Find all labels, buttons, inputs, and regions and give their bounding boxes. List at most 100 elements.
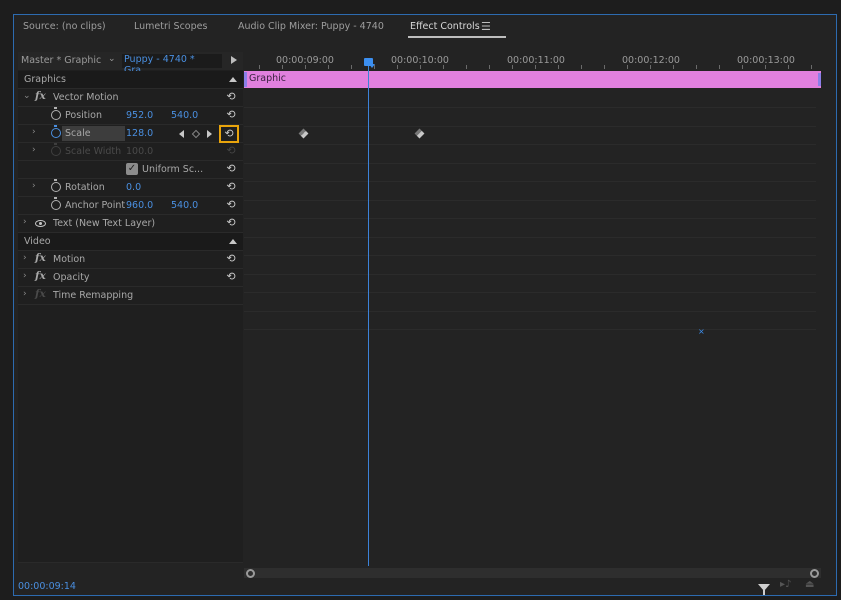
stopwatch-icon[interactable]: [51, 179, 61, 192]
scale-value[interactable]: 128.0: [126, 128, 153, 139]
vector-motion-label: Vector Motion: [53, 92, 119, 103]
show-timeline-toggle-icon[interactable]: [231, 56, 237, 64]
position-y-value[interactable]: 540.0: [171, 110, 198, 121]
reset-icon[interactable]: ⟲: [223, 198, 239, 213]
reset-icon[interactable]: ⟲: [223, 216, 239, 231]
expand-twisty-icon[interactable]: ›: [32, 127, 36, 137]
rotation-value[interactable]: 0.0: [126, 182, 141, 193]
reset-icon[interactable]: ⟲: [223, 162, 239, 177]
fx-icon[interactable]: fx: [35, 252, 46, 264]
collapse-caret-icon[interactable]: [229, 77, 237, 82]
timeline-row-divider: [244, 107, 816, 108]
time-remapping-label: Time Remapping: [53, 290, 134, 301]
scroll-left-handle[interactable]: [246, 569, 255, 578]
clip-out-handle[interactable]: [818, 73, 821, 86]
expand-twisty-icon[interactable]: ›: [23, 253, 27, 263]
anchor-point-y-value[interactable]: 540.0: [171, 200, 198, 211]
effect-timeline[interactable]: 00:00:09:00 00:00:10:00 00:00:11:00 00:0…: [244, 52, 822, 578]
section-graphics[interactable]: Graphics: [18, 71, 243, 89]
section-graphics-label: Graphics: [24, 74, 66, 85]
reset-icon[interactable]: ⟲: [223, 180, 239, 195]
timeline-row-divider: [244, 144, 816, 145]
effect-text-layer[interactable]: › Text (New Text Layer) ⟲: [18, 215, 243, 233]
ruler-tick: [328, 65, 329, 69]
collapse-twisty-icon[interactable]: ⌄: [23, 91, 31, 101]
expand-twisty-icon[interactable]: ›: [32, 181, 36, 191]
reset-icon[interactable]: ⟲: [223, 252, 239, 267]
timeline-row-divider: [244, 162, 816, 164]
fx-icon[interactable]: fx: [35, 90, 46, 102]
ruler-tick: [627, 65, 628, 69]
visibility-eye-icon[interactable]: [35, 220, 46, 227]
collapse-caret-icon[interactable]: [229, 239, 237, 244]
playhead-handle[interactable]: [364, 58, 375, 68]
clip-in-handle[interactable]: [244, 72, 247, 87]
timeline-row-divider: [244, 199, 816, 201]
previous-keyframe-icon[interactable]: [179, 130, 184, 138]
position-label: Position: [65, 110, 102, 121]
ruler-tick: [282, 65, 283, 69]
position-x-value[interactable]: 952.0: [126, 110, 153, 121]
ruler-tick: [719, 65, 720, 69]
filter-icon[interactable]: [758, 584, 770, 595]
tab-audio-clip-mixer[interactable]: Audio Clip Mixer: Puppy - 4740: [238, 21, 384, 32]
tab-lumetri-scopes[interactable]: Lumetri Scopes: [134, 21, 207, 32]
uniform-scale-label: Uniform Sc...: [142, 164, 204, 175]
scroll-right-handle[interactable]: [810, 569, 819, 578]
chevron-down-icon[interactable]: ⌄: [108, 54, 116, 64]
audio-only-icon[interactable]: ▸♪: [780, 579, 791, 590]
stopwatch-icon: [51, 143, 61, 156]
scale-keyframe[interactable]: [298, 128, 309, 139]
reset-icon[interactable]: ⟲: [223, 108, 239, 123]
master-clip-label[interactable]: Master * Graphic: [21, 55, 101, 66]
section-video[interactable]: Video: [18, 233, 243, 251]
uniform-scale-checkbox[interactable]: ✓: [126, 163, 138, 175]
ruler-tick: [696, 65, 697, 69]
ruler-tick: [259, 65, 260, 69]
effect-time-remapping[interactable]: › fx Time Remapping: [18, 287, 243, 305]
property-uniform-scale: ✓ Uniform Sc... ⟲: [18, 161, 243, 179]
expand-twisty-icon[interactable]: ›: [23, 271, 27, 281]
ruler-label: 00:00:12:00: [622, 55, 680, 66]
expand-twisty-icon[interactable]: ›: [23, 217, 27, 227]
property-rotation: › Rotation 0.0 ⟲: [18, 179, 243, 197]
divider: [18, 562, 243, 563]
stopwatch-active-icon[interactable]: [51, 125, 61, 138]
ruler-tick: [443, 65, 444, 69]
effect-opacity[interactable]: › fx Opacity ⟲: [18, 269, 243, 287]
expand-twisty-icon[interactable]: ›: [23, 289, 27, 299]
property-position: Position 952.0 540.0 ⟲: [18, 107, 243, 125]
sequence-clip-label[interactable]: Puppy - 4740 * Gra...: [122, 54, 222, 76]
section-video-label: Video: [24, 236, 51, 247]
add-keyframe-icon[interactable]: [191, 129, 201, 139]
fx-icon[interactable]: fx: [35, 270, 46, 282]
effect-vector-motion[interactable]: ⌄ fx Vector Motion ⟲: [18, 89, 243, 107]
reset-icon: ⟲: [226, 144, 236, 157]
timeline-row-divider: [244, 236, 816, 238]
reset-icon[interactable]: ⟲: [223, 270, 239, 285]
property-anchor-point: Anchor Point 960.0 540.0 ⟲: [18, 197, 243, 215]
effect-motion[interactable]: › fx Motion ⟲: [18, 251, 243, 269]
stopwatch-icon[interactable]: [51, 107, 61, 120]
scale-keyframe[interactable]: [414, 128, 425, 139]
timeline-row-divider: [244, 310, 816, 312]
current-timecode[interactable]: 00:00:09:14: [18, 581, 76, 592]
tab-source[interactable]: Source: (no clips): [23, 21, 106, 32]
expand-twisty-icon[interactable]: ›: [32, 145, 36, 155]
reset-icon-highlighted[interactable]: ⟲: [219, 125, 239, 143]
export-icon[interactable]: ⏏: [805, 579, 814, 590]
anchor-point-label: Anchor Point: [65, 200, 126, 211]
stopwatch-icon[interactable]: [51, 197, 61, 210]
property-scale-width: › Scale Width 100.0 ⟲: [18, 143, 243, 161]
panel-menu-icon[interactable]: ☰: [481, 20, 491, 33]
motion-label: Motion: [53, 254, 86, 265]
graphic-clip-bar[interactable]: Graphic: [244, 71, 821, 88]
reset-icon[interactable]: ⟲: [223, 90, 239, 105]
playhead-line[interactable]: [368, 66, 369, 566]
next-keyframe-icon[interactable]: [207, 130, 212, 138]
timeline-zoom-scrollbar[interactable]: [244, 568, 821, 578]
ruler-tick: [512, 65, 513, 69]
tab-effect-controls[interactable]: Effect Controls: [408, 21, 506, 38]
time-ruler[interactable]: 00:00:09:00 00:00:10:00 00:00:11:00 00:0…: [244, 52, 822, 70]
anchor-point-x-value[interactable]: 960.0: [126, 200, 153, 211]
